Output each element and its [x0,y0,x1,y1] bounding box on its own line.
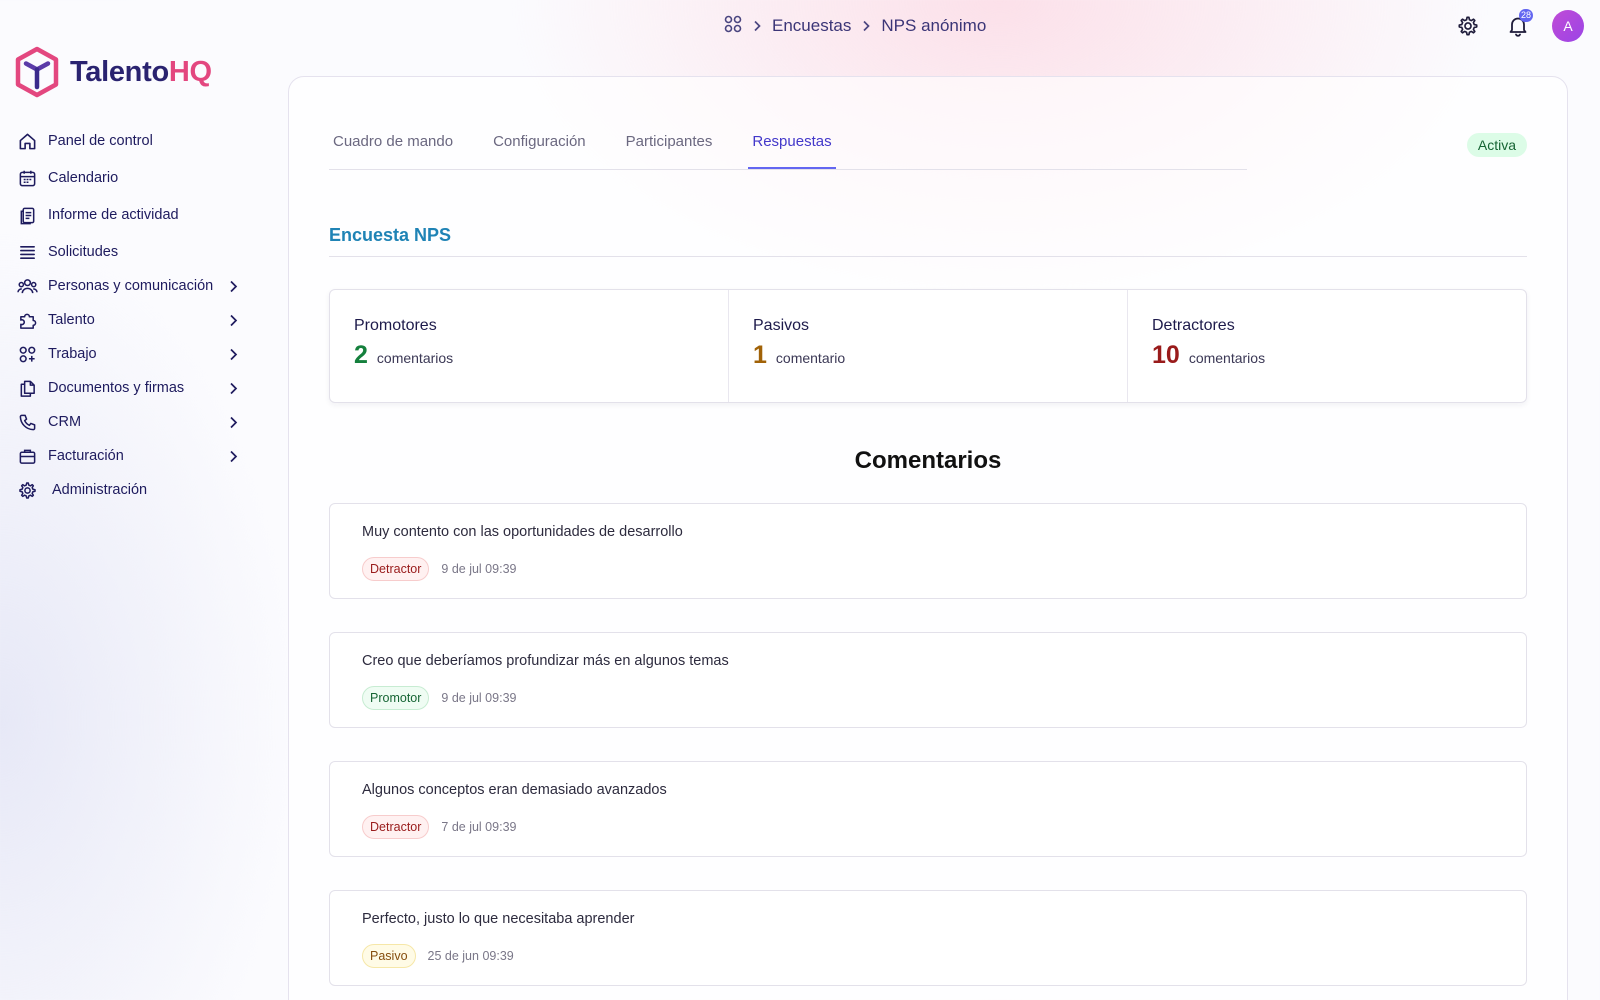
category-tag: Promotor [362,686,430,710]
comments-heading: Comentarios [854,447,1002,474]
tab-cuadro-de-mando[interactable]: Cuadro de mando [329,123,457,169]
notification-count-badge: 28 [1518,9,1533,22]
briefcase-icon [16,445,38,467]
settings-button[interactable] [1452,10,1484,42]
sidebar-item-label: Administración [52,482,148,498]
chevron-right-icon [224,348,242,361]
stat-unit: comentarios [1188,350,1266,366]
chevron-right-icon [224,314,242,327]
brand-name: TalentoHQ [70,55,212,88]
sidebar-item-solicitudes[interactable]: Solicitudes [16,235,246,269]
survey-tabs: Cuadro de mando Configuración Participan… [329,123,1247,170]
sidebar-item-label: Informe de actividad [48,207,179,223]
chevron-right-icon [224,280,242,293]
stat-count: 2 [354,341,368,369]
gear-icon [1458,16,1478,36]
sidebar-item-label: CRM [48,414,82,430]
comment-date: 7 de jul 09:39 [441,820,517,834]
chevron-right-icon [224,450,242,463]
comment-card: Muy contento con las oportunidades de de… [329,503,1527,599]
tab-respuestas[interactable]: Respuestas [748,123,836,169]
chevron-right-icon [752,20,762,32]
comment-text: Creo que deberíamos profundizar más en a… [362,653,729,669]
clipboard-icon [16,204,38,226]
stat-label: Promotores [354,317,437,334]
sidebar-item-crm[interactable]: CRM [16,405,246,439]
breadcrumb-link-encuestas[interactable]: Encuestas [772,16,851,36]
tab-configuracion[interactable]: Configuración [489,123,590,169]
nps-summary: Promotores 2 comentarios Pasivos 1 comen… [329,289,1527,403]
category-tag: Detractor [362,815,430,839]
cube-logo-icon [15,46,59,98]
sidebar-item-label: Facturación [48,448,124,464]
comment-card: Algunos conceptos eran demasiado avanzad… [329,761,1527,857]
sidebar-item-informe-de-actividad[interactable]: Informe de actividad [16,198,246,232]
chevron-right-icon [861,20,871,32]
comment-date: 9 de jul 09:39 [441,691,517,705]
sidebar-item-label: Documentos y firmas [48,380,185,396]
sidebar-item-label: Talento [48,312,95,328]
stat-promotores: Promotores 2 comentarios [330,290,729,402]
survey-card: Cuadro de mando Configuración Participan… [288,76,1568,1000]
survey-title: Encuesta NPS [329,225,1527,257]
calendar-icon [16,167,38,189]
user-avatar[interactable]: A [1552,10,1584,42]
stat-label: Pasivos [753,317,810,334]
breadcrumb: Encuestas NPS anónimo [724,14,986,38]
comment-text: Perfecto, justo lo que necesitaba aprend… [362,911,635,927]
stat-count: 10 [1152,341,1180,369]
people-icon [16,275,38,297]
tab-participantes[interactable]: Participantes [622,123,717,169]
comment-date: 25 de jun 09:39 [427,949,514,963]
phone-icon [16,411,38,433]
sidebar-item-calendario[interactable]: Calendario [16,161,246,195]
comment-date: 9 de jul 09:39 [441,562,517,576]
home-icon [16,130,38,152]
category-tag: Detractor [362,557,430,581]
sidebar-item-documentos-y-firmas[interactable]: Documentos y firmas [16,371,246,405]
category-tag: Pasivo [362,944,416,968]
sidebar-item-talento[interactable]: Talento [16,303,246,337]
sidebar-item-facturacion[interactable]: Facturación [16,439,246,473]
stat-count: 1 [753,341,767,369]
stat-unit: comentarios [376,350,454,366]
comment-card: Creo que deberíamos profundizar más en a… [329,632,1527,728]
chevron-right-icon [224,382,242,395]
breadcrumb-current: NPS anónimo [881,16,987,35]
comment-text: Algunos conceptos eran demasiado avanzad… [362,782,667,798]
comments-list: Muy contento con las oportunidades de de… [329,503,1527,1000]
sidebar-item-label: Solicitudes [48,244,119,260]
sidebar-item-label: Trabajo [48,346,97,362]
stat-pasivos: Pasivos 1 comentario [729,290,1128,402]
documents-icon [16,377,38,399]
stat-unit: comentario [775,350,846,366]
sidebar-item-panel-de-control[interactable]: Panel de control [16,124,246,158]
notifications-button[interactable]: 28 [1502,9,1534,42]
comment-text: Muy contento con las oportunidades de de… [362,524,683,540]
apps-grid-icon[interactable] [724,15,742,38]
sidebar-item-label: Calendario [48,170,119,186]
sidebar-item-personas-y-comunicacion[interactable]: Personas y comunicación [16,269,246,303]
puzzle-icon [16,309,38,331]
chevron-right-icon [224,416,242,429]
comment-card: Perfecto, justo lo que necesitaba aprend… [329,890,1527,986]
sidebar-item-trabajo[interactable]: Trabajo [16,337,246,371]
brand-logo[interactable]: TalentoHQ [14,46,212,98]
sidebar-nav: Panel de control Calendario Informe de a… [16,124,246,507]
sidebar-item-administracion[interactable]: Administración [16,473,246,507]
stat-label: Detractores [1152,317,1235,334]
gear-icon [16,479,38,501]
list-icon [16,241,38,263]
status-badge: Activa [1466,133,1527,157]
header-actions: 28 A [1452,9,1584,42]
sidebar-item-label: Panel de control [48,133,153,149]
sidebar-item-label: Personas y comunicación [48,278,214,294]
stat-detractores: Detractores 10 comentarios [1128,290,1526,402]
grid-icon [16,343,38,365]
